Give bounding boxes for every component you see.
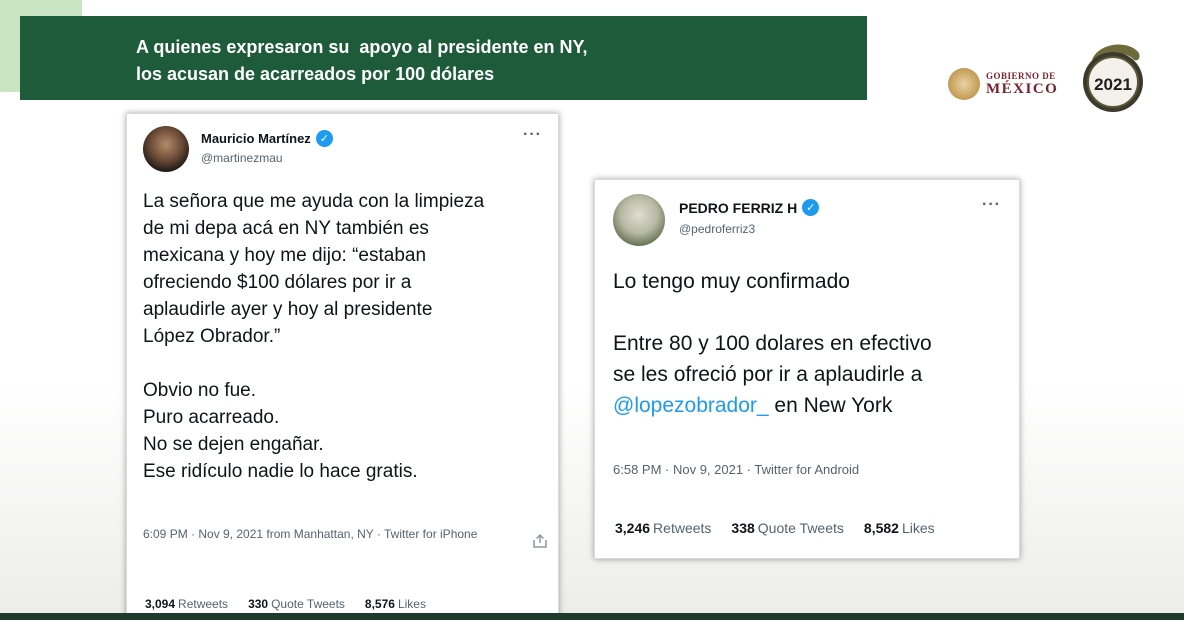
tweet-author-handle[interactable]: @martinezmau [201,151,283,165]
tweet-card-martinezmau[interactable]: Mauricio Martínez ✓ @martinezmau ··· La … [126,113,559,620]
more-options-icon[interactable]: ··· [523,126,542,144]
likes-stat[interactable]: 8,582 Likes [864,520,935,536]
retweets-stat[interactable]: 3,094 Retweets [145,597,228,611]
gob-logo-line-2: MÉXICO [986,81,1059,97]
tweet-stats: 3,246 Retweets 338 Quote Tweets 8,582 Likes [615,520,955,536]
verified-badge-icon: ✓ [802,199,820,216]
more-options-icon[interactable]: ··· [982,196,1001,214]
headline-line-1: A quienes expresaron su apoyo al preside… [136,37,588,57]
tweet-author-handle[interactable]: @pedroferriz3 [679,222,755,236]
tweet-stats: 3,094 Retweets 330 Quote Tweets 8,576 Likes [145,597,446,611]
national-seal-icon [948,68,980,100]
tweet-text: Lo tengo muy confirmado Entre 80 y 100 d… [613,270,932,417]
gobierno-de-mexico-logo: GOBIERNO DE MÉXICO [948,66,1063,102]
quote-tweets-stat[interactable]: 330 Quote Tweets [248,597,345,611]
tweet-author-name[interactable]: Mauricio Martínez [201,131,311,146]
year-2021-emblem: 2021 [1083,44,1143,112]
tweet-timestamp[interactable]: 6:58 PM · Nov 9, 2021 · Twitter for Andr… [613,460,859,479]
headline-line-2: los acusan de acarreados por 100 dólares [136,64,495,84]
mention-link[interactable]: @lopezobrador_ [613,394,769,417]
gob-logo-line-1: GOBIERNO DE [986,71,1056,81]
tweet-text: La señora que me ayuda con la limpieza d… [143,191,485,482]
headline-banner: A quienes expresaron su apoyo al preside… [20,16,867,100]
avatar[interactable] [143,126,189,172]
retweets-stat[interactable]: 3,246 Retweets [615,520,711,536]
tweet-author-name[interactable]: PEDRO FERRIZ H [679,200,797,216]
likes-stat[interactable]: 8,576 Likes [365,597,426,611]
quote-tweets-stat[interactable]: 338 Quote Tweets [731,520,844,536]
tweet-card-pedroferriz3[interactable]: PEDRO FERRIZ H ✓ @pedroferriz3 ··· Lo te… [594,179,1020,559]
avatar[interactable] [613,194,665,246]
verified-badge-icon: ✓ [315,130,333,147]
share-icon[interactable] [531,532,549,550]
bottom-bar [0,613,1184,620]
tweet-timestamp[interactable]: 6:09 PM · Nov 9, 2021 from Manhattan, NY… [143,525,513,544]
emblem-year: 2021 [1094,75,1132,94]
